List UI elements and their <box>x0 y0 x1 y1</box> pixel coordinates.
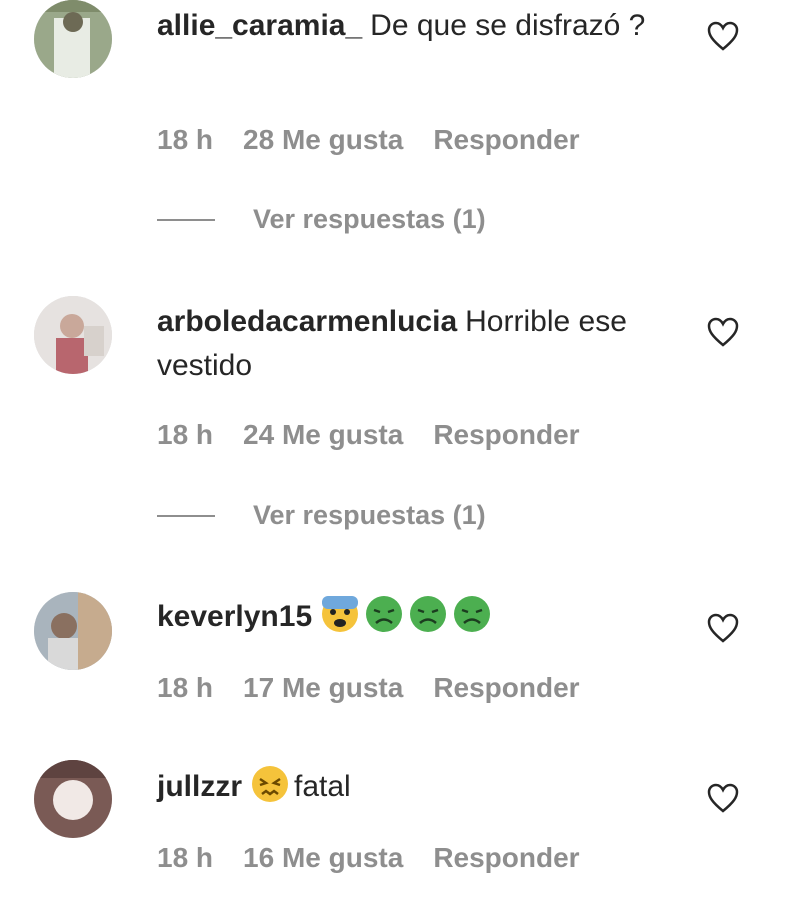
avatar[interactable] <box>34 296 112 374</box>
view-replies-label: Ver respuestas (1) <box>253 204 486 234</box>
likes-count[interactable]: 17 Me gusta <box>243 672 403 703</box>
comment-time[interactable]: 18 h <box>157 842 213 873</box>
comment-time[interactable]: 18 h <box>157 672 213 703</box>
username-link[interactable]: arboledacarmenlucia <box>157 305 457 338</box>
like-heart-icon[interactable] <box>706 612 740 644</box>
likes-count[interactable]: 24 Me gusta <box>243 419 403 450</box>
anxious-face-emoji <box>320 594 360 634</box>
confounded-face-emoji <box>250 764 290 804</box>
nauseated-face-emoji <box>452 594 492 634</box>
divider-line <box>157 514 215 517</box>
like-heart-icon[interactable] <box>706 782 740 814</box>
likes-count[interactable]: 16 Me gusta <box>243 842 403 873</box>
avatar[interactable] <box>34 0 112 78</box>
reply-button[interactable]: Responder <box>433 842 579 873</box>
comment-text: arboledacarmenlucia Horrible ese vestido <box>157 300 677 388</box>
nauseated-face-emoji <box>408 594 448 634</box>
view-replies-button[interactable]: Ver respuestas (1) <box>157 500 486 531</box>
view-replies-label: Ver respuestas (1) <box>253 500 486 530</box>
like-heart-icon[interactable] <box>706 20 740 52</box>
username-link[interactable]: jullzzr <box>157 770 242 803</box>
comment-text: allie_caramia_ De que se disfrazó ? <box>157 4 677 48</box>
nauseated-face-emoji <box>364 594 404 634</box>
comment-text: jullzzr fatal <box>157 764 677 809</box>
reply-button[interactable]: Responder <box>433 672 579 703</box>
divider-line <box>157 218 215 221</box>
comment-text: keverlyn15 <box>157 594 677 639</box>
like-heart-icon[interactable] <box>706 316 740 348</box>
view-replies-button[interactable]: Ver respuestas (1) <box>157 204 486 235</box>
reply-button[interactable]: Responder <box>433 124 579 155</box>
likes-count[interactable]: 28 Me gusta <box>243 124 403 155</box>
comment-meta: 18 h 17 Me gusta Responder <box>157 672 610 704</box>
username-link[interactable]: allie_caramia_ <box>157 9 362 42</box>
comment-time[interactable]: 18 h <box>157 124 213 155</box>
avatar[interactable] <box>34 760 112 838</box>
reply-button[interactable]: Responder <box>433 419 579 450</box>
avatar[interactable] <box>34 592 112 670</box>
comment-meta: 18 h 16 Me gusta Responder <box>157 842 610 874</box>
comment-meta: 18 h 24 Me gusta Responder <box>157 419 610 451</box>
username-link[interactable]: keverlyn15 <box>157 600 312 633</box>
comment-body: De que se disfrazó ? <box>370 9 646 42</box>
comment-meta: 18 h 28 Me gusta Responder <box>157 124 610 156</box>
comment-body: fatal <box>294 770 351 803</box>
comment-time[interactable]: 18 h <box>157 419 213 450</box>
